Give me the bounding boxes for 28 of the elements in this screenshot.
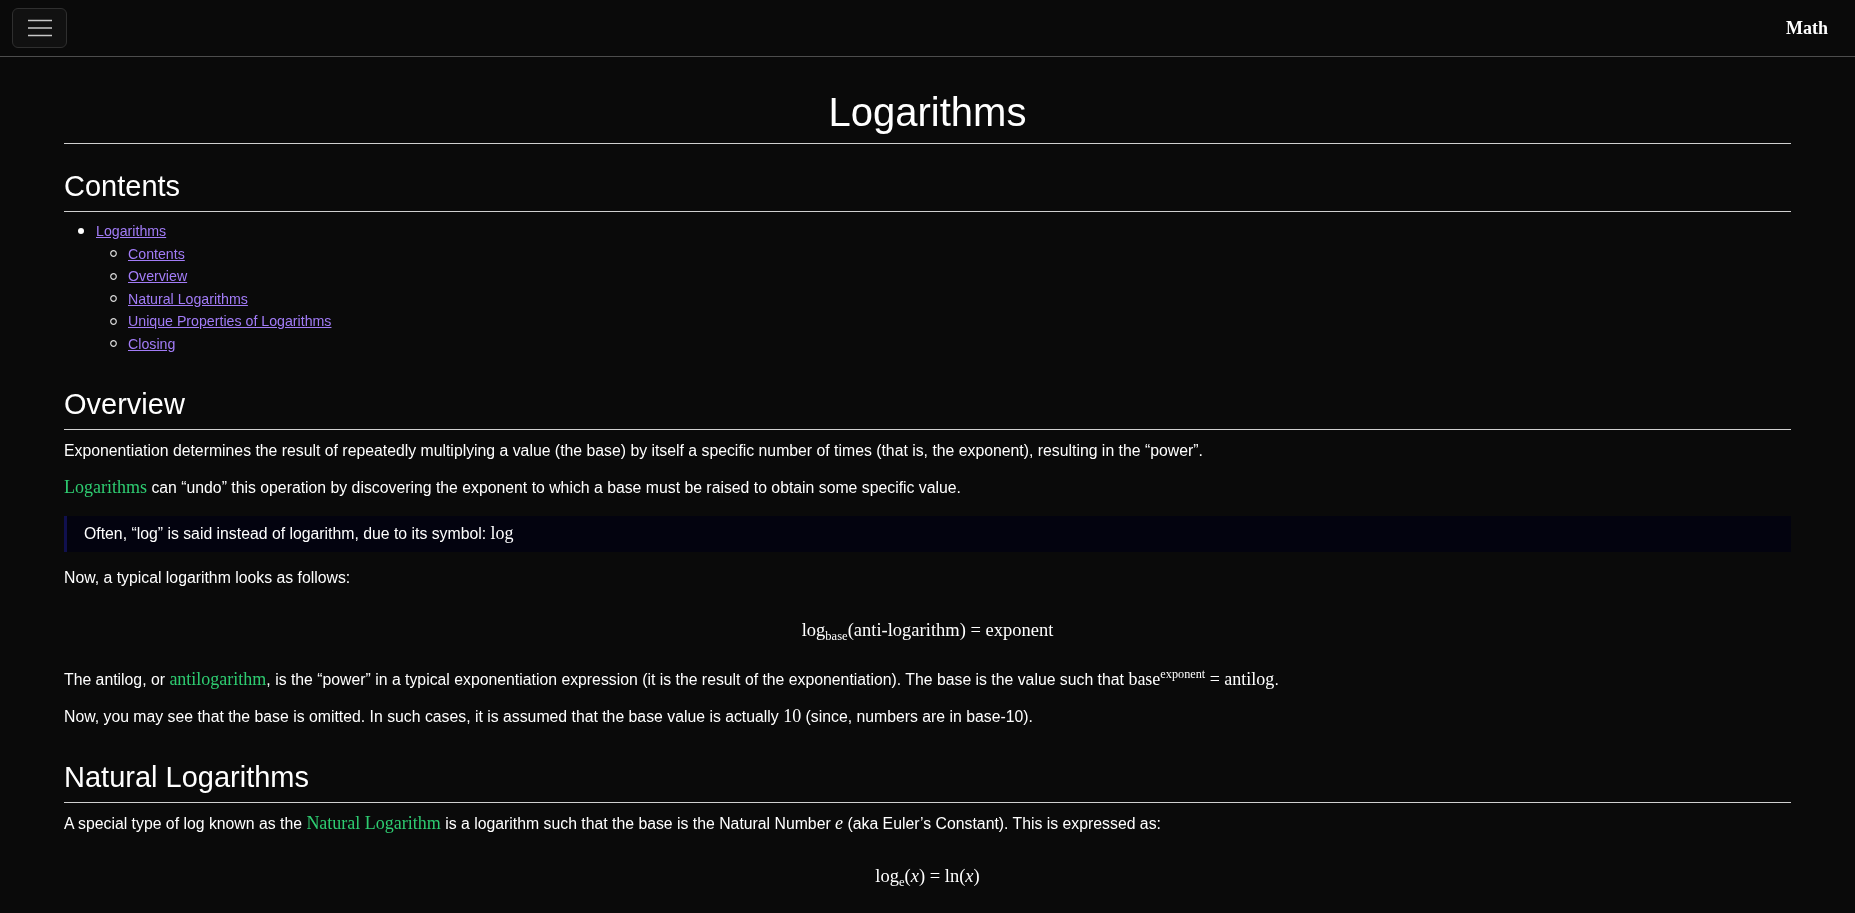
contents-link[interactable]: Overview	[128, 268, 188, 285]
contents-link[interactable]: Unique Properties of Logarithms	[128, 313, 332, 330]
circle-bullet-icon	[110, 317, 117, 325]
paragraph: Now, a typical logarithm looks as follows:	[64, 568, 351, 588]
section-heading: Overview	[64, 387, 185, 421]
note-text: Often, “log” is said instead of logarithm, due to its symbol: log	[84, 523, 514, 545]
paragraph: Exponentiation determines the result of repeatedly multiplying a value (the base) by itself a specific number of times (that is, the exponent), resulting in the “power”.	[64, 441, 1203, 461]
equation: log$_{e}$(x) = ln(x)	[875, 865, 980, 888]
paragraph: Logarithms can “undo” this operation by discovering the exponent to which a base must be raised to obtain some specific value.	[64, 477, 961, 499]
paragraph: Now, you may see that the base is omitted. In such cases, it is assumed that the base value is actually 10 (since, numbers are in base-10).	[64, 706, 1033, 728]
contents-link[interactable]: Logarithms	[96, 223, 167, 240]
section-heading: Contents	[64, 169, 181, 203]
section-heading: Natural Logarithms	[64, 760, 309, 794]
menu-button[interactable]	[12, 8, 67, 48]
menu-icon	[27, 19, 52, 37]
paragraph: The antilog, or antilogarithm, is the “power” in a typical exponentiation expression (it is the result of the exponentiation). The base is the value such that base$^{exponent}$ = antilog.	[64, 669, 1279, 691]
page-title: Logarithms	[828, 89, 1027, 136]
contents-link[interactable]: Contents	[128, 245, 185, 262]
contents-link[interactable]: Closing	[128, 335, 176, 352]
circle-bullet-icon	[110, 272, 117, 280]
brand-link[interactable]: Math	[1786, 17, 1828, 39]
bullet-icon	[78, 228, 84, 235]
circle-bullet-icon	[110, 250, 117, 258]
circle-bullet-icon	[110, 340, 117, 348]
circle-bullet-icon	[110, 295, 117, 303]
paragraph: A special type of log known as the Natural Logarithm is a logarithm such that the base is the Natural Number e (aka Euler’s Constant). This is expressed as:	[64, 813, 1161, 835]
equation: log$_{base}$(anti-logarithm) = exponent	[801, 619, 1054, 642]
contents-link[interactable]: Natural Logarithms	[128, 290, 248, 307]
